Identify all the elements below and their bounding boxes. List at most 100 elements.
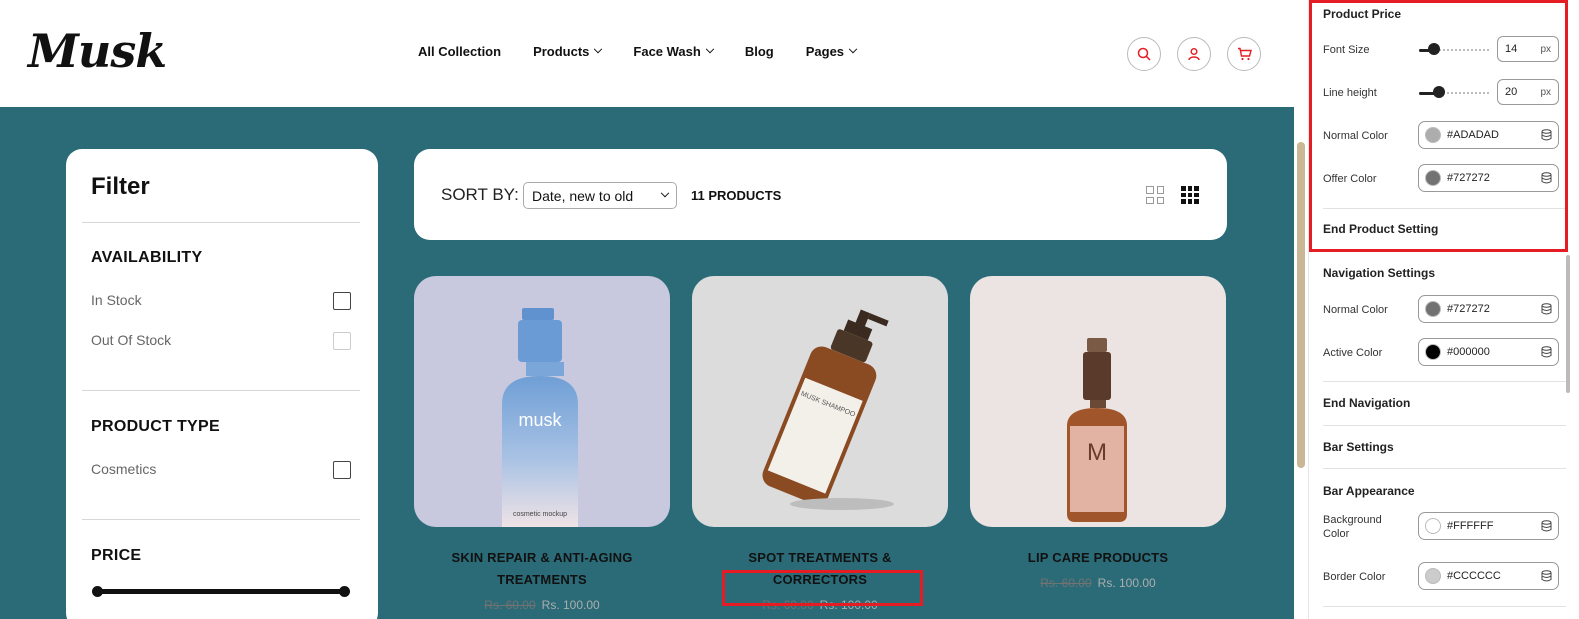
price-max-handle[interactable] <box>339 586 350 597</box>
product-image[interactable]: musk cosmetic mockup <box>414 276 670 527</box>
nav-products[interactable]: Products <box>533 44 603 59</box>
line-height-slider[interactable] <box>1419 86 1489 98</box>
bar-appearance-heading[interactable]: Bar Appearance <box>1323 484 1415 498</box>
database-icon[interactable] <box>1541 303 1552 315</box>
chevron-down-icon <box>705 44 715 53</box>
sort-toolbar: SORT BY: Date, new to old 11 PRODUCTS <box>414 149 1227 240</box>
svg-text:cosmetic mockup: cosmetic mockup <box>513 511 567 518</box>
main-nav: All Collection Products Face Wash Blog P… <box>418 44 858 59</box>
product-name[interactable]: SPOT TREATMENTS & CORRECTORS <box>692 547 948 591</box>
filter-title: Filter <box>91 173 150 200</box>
bar-border-color-picker[interactable]: #CCCCCC <box>1418 562 1559 590</box>
out-of-stock-checkbox[interactable] <box>333 332 351 350</box>
nav-blog[interactable]: Blog <box>745 44 774 59</box>
color-value: #CCCCCC <box>1447 570 1501 582</box>
sort-select[interactable]: Date, new to old <box>523 182 677 209</box>
nav-label: Pages <box>805 44 845 59</box>
sort-label: SORT BY: <box>441 185 519 204</box>
settings-scrollbar-thumb[interactable] <box>1566 255 1570 393</box>
font-size-input[interactable]: 14 px <box>1497 36 1559 62</box>
color-swatch[interactable] <box>1425 301 1441 317</box>
settings-panel: Product Price Font Size 14 px Line heigh… <box>1308 0 1579 619</box>
divider <box>82 390 360 391</box>
product-price: Rs. 60.00 Rs. 100.00 <box>970 576 1226 590</box>
in-stock-checkbox[interactable] <box>333 292 351 310</box>
color-swatch[interactable] <box>1425 170 1441 186</box>
color-swatch[interactable] <box>1425 344 1441 360</box>
divider <box>1323 425 1566 426</box>
nav-normal-color-label: Normal Color <box>1323 304 1388 316</box>
bar-background-color-picker[interactable]: #FFFFFF <box>1418 512 1559 540</box>
font-size-value: 14 <box>1505 43 1518 55</box>
color-value: #000000 <box>1447 346 1490 358</box>
filter-panel: Filter AVAILABILITY In Stock Out Of Stoc… <box>66 149 378 619</box>
preview-scrollbar-thumb[interactable] <box>1297 142 1305 468</box>
product-count: 11 PRODUCTS <box>691 188 782 203</box>
product-price: Rs. 60.00 Rs. 100.00 <box>692 598 948 612</box>
product-card[interactable]: M LIP CARE PRODUCTS Rs. 60.00 Rs. 100.00 <box>970 276 1226 590</box>
divider <box>1323 381 1566 382</box>
nav-pages[interactable]: Pages <box>805 44 858 59</box>
line-height-input[interactable]: 20 px <box>1497 79 1559 105</box>
offer-color-label: Offer Color <box>1323 173 1377 185</box>
end-navigation[interactable]: End Navigation <box>1323 396 1410 410</box>
account-button[interactable] <box>1177 37 1211 71</box>
database-icon[interactable] <box>1541 129 1552 141</box>
nav-normal-color-picker[interactable]: #727272 <box>1418 295 1559 323</box>
store-preview: Musk All Collection Products Face Wash B… <box>0 0 1294 619</box>
cart-icon <box>1237 47 1252 61</box>
preview-scrollbar[interactable] <box>1294 0 1308 619</box>
product-image[interactable]: MUSK SHAMPOO <box>692 276 948 527</box>
nav-face-wash[interactable]: Face Wash <box>633 44 715 59</box>
color-swatch[interactable] <box>1425 518 1441 534</box>
product-price-heading: Product Price <box>1323 7 1402 21</box>
color-swatch[interactable] <box>1425 568 1441 584</box>
store-logo[interactable]: Musk <box>28 24 167 78</box>
database-icon[interactable] <box>1541 570 1552 582</box>
price-normal-color-picker[interactable]: #ADADAD <box>1418 121 1559 149</box>
database-icon[interactable] <box>1541 172 1552 184</box>
price-min-handle[interactable] <box>92 586 103 597</box>
database-icon[interactable] <box>1541 346 1552 358</box>
nav-active-color-picker[interactable]: #000000 <box>1418 338 1559 366</box>
product-price: Rs. 60.00 Rs. 100.00 <box>414 598 670 612</box>
product-card[interactable]: musk cosmetic mockup SKIN REPAIR & ANTI-… <box>414 276 670 612</box>
product-type-heading: PRODUCT TYPE <box>91 418 220 435</box>
cosmetics-checkbox[interactable] <box>333 461 351 479</box>
color-value: #ADADAD <box>1447 129 1499 141</box>
nav-all-collection[interactable]: All Collection <box>418 44 501 59</box>
grid-3-view-icon[interactable] <box>1181 186 1199 204</box>
nav-label: Products <box>533 44 590 59</box>
database-icon[interactable] <box>1541 520 1552 532</box>
navigation-settings-heading[interactable]: Navigation Settings <box>1323 266 1435 280</box>
font-size-slider-handle[interactable] <box>1428 43 1441 55</box>
normal-color-label: Normal Color <box>1323 130 1388 142</box>
search-button[interactable] <box>1127 37 1161 71</box>
product-name[interactable]: LIP CARE PRODUCTS <box>970 547 1226 569</box>
product-name[interactable]: SKIN REPAIR & ANTI-AGING TREATMENTS <box>414 547 670 591</box>
grid-2-view-icon[interactable] <box>1146 186 1164 204</box>
divider <box>82 519 360 520</box>
divider <box>1323 208 1566 209</box>
end-product-setting[interactable]: End Product Setting <box>1323 222 1438 236</box>
product-card[interactable]: MUSK SHAMPOO SPOT TREATMENTS & CORRECTOR… <box>692 276 948 612</box>
price-new: Rs. 100.00 <box>819 598 878 612</box>
product-image[interactable]: M <box>970 276 1226 527</box>
cart-button[interactable] <box>1227 37 1261 71</box>
nav-active-color-label: Active Color <box>1323 347 1383 359</box>
price-old: Rs. 60.00 <box>762 598 814 612</box>
serum-bottle-image: M <box>1067 338 1127 522</box>
color-swatch[interactable] <box>1425 127 1441 143</box>
price-range-slider[interactable] <box>92 586 350 597</box>
price-offer-color-picker[interactable]: #727272 <box>1418 164 1559 192</box>
price-heading: PRICE <box>91 547 142 564</box>
line-height-slider-handle[interactable] <box>1432 86 1445 98</box>
bar-settings-heading[interactable]: Bar Settings <box>1323 440 1394 454</box>
divider <box>1323 606 1566 607</box>
in-stock-label: In Stock <box>91 292 142 308</box>
unit-label: px <box>1540 43 1551 55</box>
font-size-slider[interactable] <box>1419 43 1489 55</box>
price-new: Rs. 100.00 <box>1097 576 1156 590</box>
price-old: Rs. 60.00 <box>484 598 536 612</box>
nav-label: Blog <box>744 44 774 59</box>
